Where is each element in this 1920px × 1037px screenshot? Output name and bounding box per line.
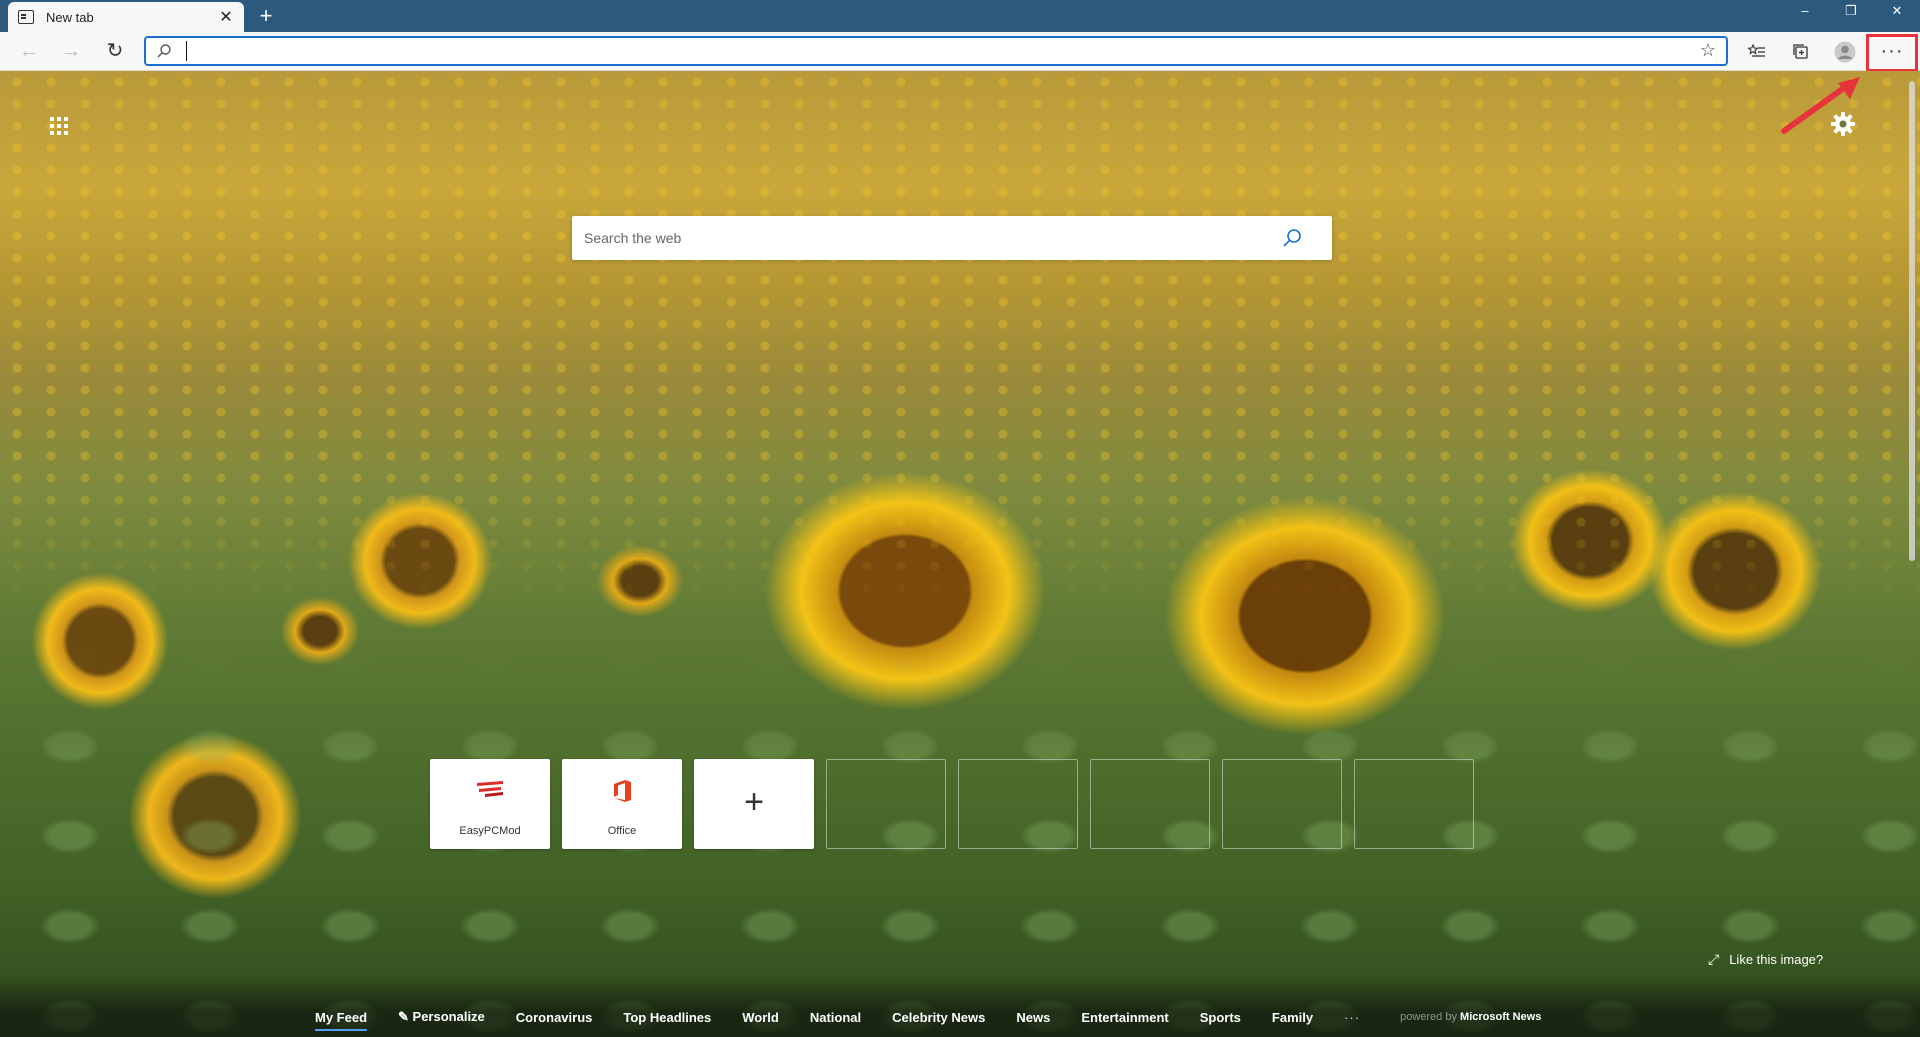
new-tab-button[interactable]: + <box>252 3 280 29</box>
tile-label: EasyPCMod <box>459 825 521 837</box>
newtab-page-icon <box>18 10 34 24</box>
quick-link-empty-slot <box>1354 759 1474 849</box>
quick-link-empty-slot <box>958 759 1078 849</box>
tab-close-icon[interactable]: ✕ <box>218 7 234 27</box>
forward-button[interactable]: → <box>56 36 86 66</box>
feed-tab-top-headlines[interactable]: Top Headlines <box>623 1010 711 1025</box>
powered-brand: Microsoft News <box>1460 1011 1542 1023</box>
quick-link-empty-slot <box>1222 759 1342 849</box>
feed-tab-entertainment[interactable]: Entertainment <box>1081 1010 1168 1025</box>
window-controls: – ❐ ✕ <box>1782 0 1920 24</box>
feed-tab-personalize-label: Personalize <box>412 1009 485 1024</box>
quick-links: EasyPCMod Office + <box>430 759 1474 849</box>
title-bar: New tab ✕ + – ❐ ✕ <box>0 0 1920 32</box>
back-button[interactable]: ← <box>14 36 44 66</box>
powered-prefix: powered by <box>1400 1011 1457 1023</box>
tab-title: New tab <box>46 9 94 25</box>
search-icon <box>157 44 171 58</box>
app-launcher-icon[interactable] <box>50 117 68 135</box>
settings-and-more-button[interactable]: ··· <box>1866 34 1918 72</box>
favorites-icon[interactable] <box>1742 38 1772 66</box>
add-quick-link-button[interactable]: + <box>694 759 814 849</box>
red-arrow-annotation-icon <box>1781 77 1860 134</box>
quick-link-empty-slot <box>826 759 946 849</box>
address-bar[interactable]: ☆ <box>144 36 1728 66</box>
quick-link-office[interactable]: Office <box>562 759 682 849</box>
favorite-star-icon[interactable]: ☆ <box>1700 40 1716 61</box>
feed-more-button[interactable]: ··· <box>1344 1010 1360 1025</box>
refresh-button[interactable]: ↻ <box>100 36 130 66</box>
scrollbar-thumb[interactable] <box>1909 81 1915 561</box>
easypcmod-logo-icon <box>477 781 503 797</box>
feed-nav: My Feed ✎ Personalize Coronavirus Top He… <box>315 1009 1541 1031</box>
new-tab-page: EasyPCMod Office + ⤢ Like this image? My… <box>0 71 1920 1037</box>
search-icon[interactable] <box>1282 228 1302 248</box>
browser-toolbar: ← → ↻ ☆ <box>0 32 1920 71</box>
news-feed-bar: My Feed ✎ Personalize Coronavirus Top He… <box>0 975 1920 1037</box>
office-logo-icon <box>614 780 631 802</box>
collections-icon[interactable] <box>1786 38 1816 66</box>
restore-button[interactable]: ❐ <box>1828 0 1874 24</box>
feed-tab-sports[interactable]: Sports <box>1200 1010 1241 1025</box>
web-search-input[interactable] <box>584 216 1264 260</box>
like-this-image[interactable]: ⤢ Like this image? <box>1708 951 1823 968</box>
quick-link-empty-slot <box>1090 759 1210 849</box>
add-site-icon: + <box>744 783 764 821</box>
close-window-button[interactable]: ✕ <box>1874 0 1920 24</box>
feed-tab-my-feed[interactable]: My Feed <box>315 1010 368 1031</box>
web-search-box[interactable] <box>572 216 1332 260</box>
profile-avatar-icon[interactable] <box>1830 38 1860 66</box>
feed-tab-news[interactable]: News <box>1016 1010 1050 1025</box>
feed-tab-world[interactable]: World <box>742 1010 779 1025</box>
quick-link-easypcmod[interactable]: EasyPCMod <box>430 759 550 849</box>
feed-tab-family[interactable]: Family <box>1272 1010 1313 1025</box>
feed-tab-coronavirus[interactable]: Coronavirus <box>516 1010 593 1025</box>
powered-by-label: powered by Microsoft News <box>1400 1011 1541 1023</box>
expand-arrows-icon: ⤢ <box>1708 951 1720 967</box>
pencil-icon: ✎ <box>398 1009 413 1024</box>
tab-new-tab[interactable]: New tab ✕ <box>8 2 244 32</box>
like-image-label: Like this image? <box>1729 952 1824 967</box>
feed-tab-personalize[interactable]: ✎ Personalize <box>398 1009 485 1025</box>
feed-tab-celebrity-news[interactable]: Celebrity News <box>892 1010 985 1025</box>
minimize-button[interactable]: – <box>1782 0 1828 24</box>
address-input[interactable] <box>186 41 1666 61</box>
tile-label: Office <box>607 825 637 837</box>
page-scrollbar[interactable] <box>1903 71 1920 1037</box>
feed-tab-national[interactable]: National <box>810 1010 861 1025</box>
